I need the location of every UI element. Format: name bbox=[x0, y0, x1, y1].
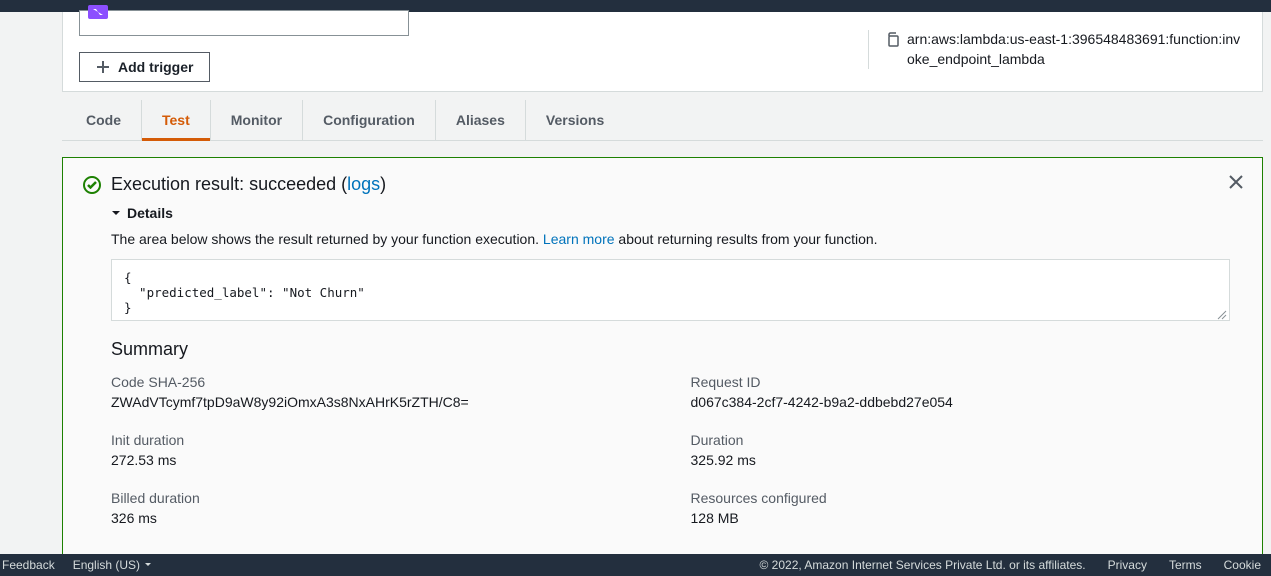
close-icon bbox=[1228, 174, 1244, 190]
tab-monitor[interactable]: Monitor bbox=[211, 100, 303, 140]
sha-label: Code SHA-256 bbox=[111, 374, 651, 390]
sha-value: ZWAdVTcymf7tpD9aW8y92iOmxA3s8NxAHrK5rZTH… bbox=[111, 394, 651, 410]
arn-text: arn:aws:lambda:us-east-1:396548483691:fu… bbox=[907, 30, 1246, 69]
duration-value: 325.92 ms bbox=[691, 452, 1231, 468]
summary-item-resources: Resources configured 128 MB bbox=[691, 490, 1231, 526]
summary-grid: Code SHA-256 ZWAdVTcymf7tpD9aW8y92iOmxA3… bbox=[111, 374, 1230, 526]
caret-down-icon bbox=[111, 208, 121, 218]
tab-test[interactable]: Test bbox=[142, 100, 211, 140]
resources-value: 128 MB bbox=[691, 510, 1231, 526]
result-output[interactable]: { "predicted_label": "Not Churn" } bbox=[111, 259, 1230, 321]
logs-link[interactable]: logs bbox=[347, 174, 380, 194]
requestid-value: d067c384-2cf7-4242-b9a2-ddbebd27e054 bbox=[691, 394, 1231, 410]
trigger-box bbox=[79, 10, 409, 36]
result-title-prefix: Execution result: succeeded ( bbox=[111, 174, 347, 194]
details-body: The area below shows the result returned… bbox=[111, 231, 1242, 526]
lambda-service-icon bbox=[88, 5, 108, 19]
caret-down-icon bbox=[144, 561, 152, 569]
billed-label: Billed duration bbox=[111, 490, 651, 506]
learn-more-link[interactable]: Learn more bbox=[543, 231, 615, 247]
tab-code[interactable]: Code bbox=[66, 100, 142, 140]
function-tabs: Code Test Monitor Configuration Aliases … bbox=[62, 100, 1263, 141]
add-trigger-label: Add trigger bbox=[118, 59, 193, 75]
init-label: Init duration bbox=[111, 432, 651, 448]
cookie-link[interactable]: Cookie bbox=[1224, 558, 1261, 572]
intro-text: The area below shows the result returned… bbox=[111, 231, 1230, 247]
copyright-text: © 2022, Amazon Internet Services Private… bbox=[760, 558, 1086, 572]
duration-label: Duration bbox=[691, 432, 1231, 448]
footer-bar: Feedback English (US) © 2022, Amazon Int… bbox=[0, 554, 1271, 576]
summary-item-requestid: Request ID d067c384-2cf7-4242-b9a2-ddbeb… bbox=[691, 374, 1231, 410]
privacy-link[interactable]: Privacy bbox=[1108, 558, 1147, 572]
init-value: 272.53 ms bbox=[111, 452, 651, 468]
details-toggle[interactable]: Details bbox=[111, 205, 173, 221]
function-overview-panel: Add trigger arn:aws:lambda:us-east-1:396… bbox=[62, 12, 1263, 92]
requestid-label: Request ID bbox=[691, 374, 1231, 390]
feedback-link[interactable]: Feedback bbox=[2, 558, 55, 572]
terms-link[interactable]: Terms bbox=[1169, 558, 1202, 572]
summary-item-init: Init duration 272.53 ms bbox=[111, 432, 651, 468]
success-icon bbox=[83, 176, 101, 194]
resize-handle-icon[interactable] bbox=[1217, 308, 1227, 318]
add-trigger-button[interactable]: Add trigger bbox=[79, 52, 210, 82]
close-button[interactable] bbox=[1228, 174, 1246, 192]
details-label: Details bbox=[127, 205, 173, 221]
arn-display: arn:aws:lambda:us-east-1:396548483691:fu… bbox=[868, 30, 1246, 69]
execution-result-panel: Execution result: succeeded (logs) Detai… bbox=[62, 157, 1263, 557]
tab-versions[interactable]: Versions bbox=[526, 100, 624, 140]
summary-item-billed: Billed duration 326 ms bbox=[111, 490, 651, 526]
resources-label: Resources configured bbox=[691, 490, 1231, 506]
result-title-suffix: ) bbox=[380, 174, 386, 194]
summary-item-sha: Code SHA-256 ZWAdVTcymf7tpD9aW8y92iOmxA3… bbox=[111, 374, 651, 410]
summary-title: Summary bbox=[111, 339, 1230, 360]
copy-icon[interactable] bbox=[885, 32, 901, 48]
tab-configuration[interactable]: Configuration bbox=[303, 100, 436, 140]
summary-item-duration: Duration 325.92 ms bbox=[691, 432, 1231, 468]
billed-value: 326 ms bbox=[111, 510, 651, 526]
language-selector[interactable]: English (US) bbox=[73, 558, 152, 572]
plus-icon bbox=[96, 60, 110, 74]
tab-aliases[interactable]: Aliases bbox=[436, 100, 526, 140]
result-header: Execution result: succeeded (logs) bbox=[83, 174, 1242, 195]
